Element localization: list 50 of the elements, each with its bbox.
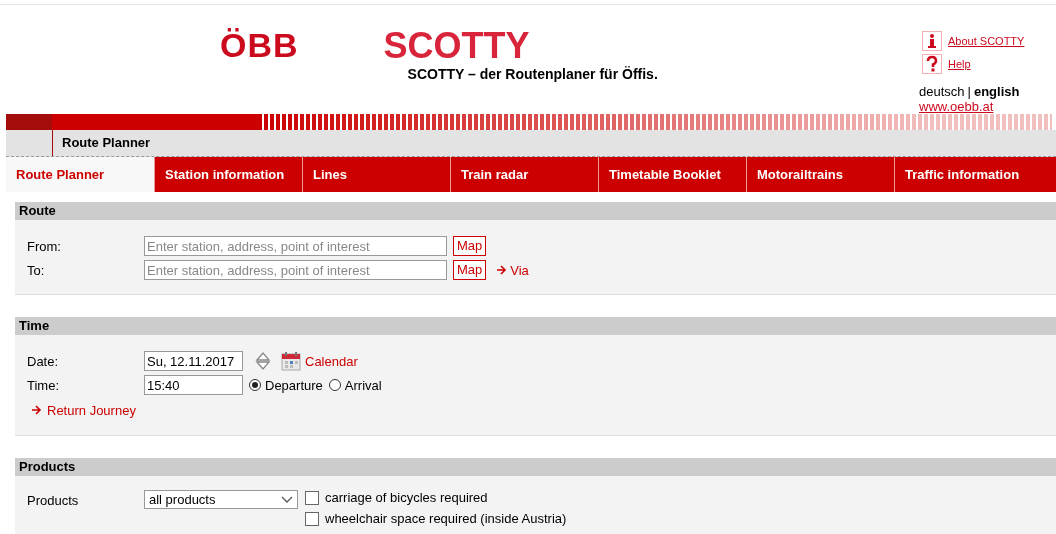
tagline: SCOTTY – der Routenplaner für Öffis. (407, 66, 658, 82)
radio-button[interactable] (328, 379, 341, 391)
product-dropdown[interactable]: all products (144, 490, 298, 509)
tab[interactable]: Timetable Booklet (598, 157, 746, 192)
field-label: To: (27, 262, 46, 278)
map-button[interactable]: Map (453, 236, 487, 256)
section-header: Products (15, 458, 1056, 476)
field-label: Products (27, 492, 80, 508)
field-label: From: (27, 238, 62, 254)
arrow-icon (496, 265, 508, 275)
stepper-icon (255, 351, 271, 371)
tab[interactable]: Station information (154, 157, 302, 192)
language-link[interactable]: english (973, 84, 1020, 99)
info-icon (922, 30, 942, 51)
language-link[interactable]: deutsch (919, 84, 965, 99)
tab[interactable]: Motorailtrains (746, 157, 894, 192)
website-link[interactable]: www.oebb.at (919, 99, 1056, 114)
time-field[interactable]: 15:40 (144, 375, 243, 395)
link[interactable]: Help (948, 57, 971, 70)
tab[interactable]: Train radar (450, 157, 598, 192)
calendar-link[interactable]: Calendar (305, 353, 358, 369)
obb-logo[interactable]: ÖBB (220, 28, 299, 62)
calendar-icon (281, 351, 301, 371)
via-link[interactable]: Via (510, 262, 529, 278)
arrow-icon (31, 405, 42, 415)
section-header: Time (15, 317, 1056, 335)
field-label: Time: (27, 377, 61, 393)
input-field[interactable]: Enter station, address, point of interest (144, 260, 447, 280)
tab[interactable]: Route Planner (6, 157, 154, 192)
section-header: Route (15, 202, 1056, 220)
checkbox[interactable] (305, 511, 319, 526)
radio-label: Arrival (344, 377, 382, 393)
radio-button[interactable] (249, 379, 261, 391)
checkbox-label: wheelchair space required (inside Austria) (325, 511, 567, 526)
help-icon (922, 53, 942, 74)
date-field[interactable]: Su, 12.11.2017 (144, 351, 243, 371)
map-button[interactable]: Map (453, 260, 487, 280)
input-field[interactable]: Enter station, address, point of interest (144, 236, 447, 256)
breadcrumb: Route Planner (52, 130, 151, 156)
radio-label: Departure (265, 377, 323, 393)
return-journey-link[interactable]: Return Journey (47, 402, 136, 418)
field-label: Date: (27, 353, 60, 369)
link[interactable]: About SCOTTY (948, 34, 1025, 47)
chevron-icon (281, 495, 293, 504)
checkbox[interactable] (305, 490, 319, 505)
separator: | (967, 84, 971, 99)
tab[interactable]: Traffic information (894, 157, 1056, 192)
checkbox-label: carriage of bicycles required (325, 490, 488, 505)
scotty-logo: SCOTTY (383, 28, 530, 64)
tab[interactable]: Lines (302, 157, 450, 192)
